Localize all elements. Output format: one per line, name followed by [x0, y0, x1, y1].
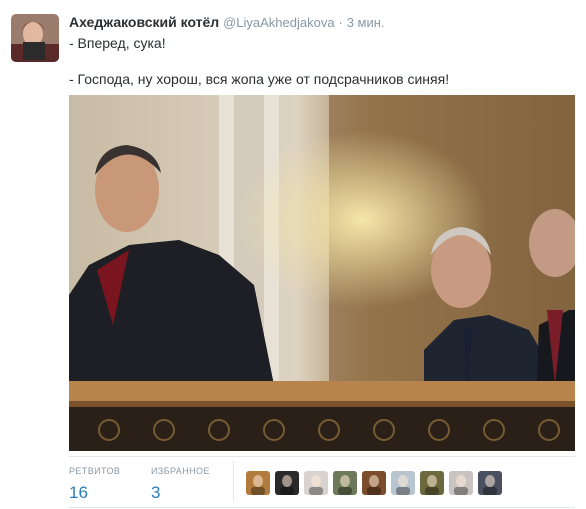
favoriter-avatar[interactable] [449, 471, 473, 495]
avatar-icon [280, 475, 294, 495]
favoriter-avatar[interactable] [333, 471, 357, 495]
favorites-count: 3 [151, 483, 161, 502]
photo-image [69, 95, 575, 451]
avatar-icon [11, 14, 59, 62]
retweets-label: РЕТВИТОВ [69, 466, 121, 476]
avatar-icon [425, 475, 439, 495]
tweet-text-line-2: - Господа, ну хорош, вся жопа уже от под… [69, 71, 450, 87]
avatar-icon [396, 475, 410, 495]
stats-divider [233, 461, 234, 501]
stats-top-border [69, 456, 575, 457]
tweet-timestamp[interactable]: 3 мин. [347, 15, 385, 30]
favoriter-avatar[interactable] [304, 471, 328, 495]
avatar-icon [367, 475, 381, 495]
retweets-stat[interactable]: РЕТВИТОВ 16 [69, 465, 120, 504]
favorites-label: ИЗБРАННОЕ [151, 466, 210, 476]
favoriter-avatar[interactable] [420, 471, 444, 495]
tweet-photo[interactable] [69, 95, 575, 451]
favoriter-avatar[interactable] [246, 471, 270, 495]
favoriter-avatar[interactable] [362, 471, 386, 495]
avatar-icon [338, 475, 352, 495]
tweet-header: Ахеджаковский котёл @LiyaAkhedjakova · 3… [69, 13, 385, 32]
tweet-text-line-1: - Вперед, сука! [69, 35, 166, 51]
retweets-count: 16 [69, 483, 88, 502]
favoriter-avatar[interactable] [391, 471, 415, 495]
avatar-icon [309, 475, 323, 495]
author-username[interactable]: @LiyaAkhedjakova [223, 15, 334, 30]
author-fullname[interactable]: Ахеджаковский котёл [69, 14, 219, 30]
favoriter-avatar[interactable] [478, 471, 502, 495]
favoriters-avatar-row [246, 471, 502, 497]
separator: · [338, 15, 343, 30]
stats-bottom-border [69, 507, 575, 508]
avatar-icon [454, 475, 468, 495]
favoriter-avatar[interactable] [275, 471, 299, 495]
favorites-stat[interactable]: ИЗБРАННОЕ 3 [151, 465, 210, 504]
author-avatar[interactable] [11, 14, 59, 62]
avatar-icon [251, 475, 265, 495]
tweet: Ахеджаковский котёл @LiyaAkhedjakova · 3… [0, 0, 586, 509]
avatar-icon [483, 475, 497, 495]
